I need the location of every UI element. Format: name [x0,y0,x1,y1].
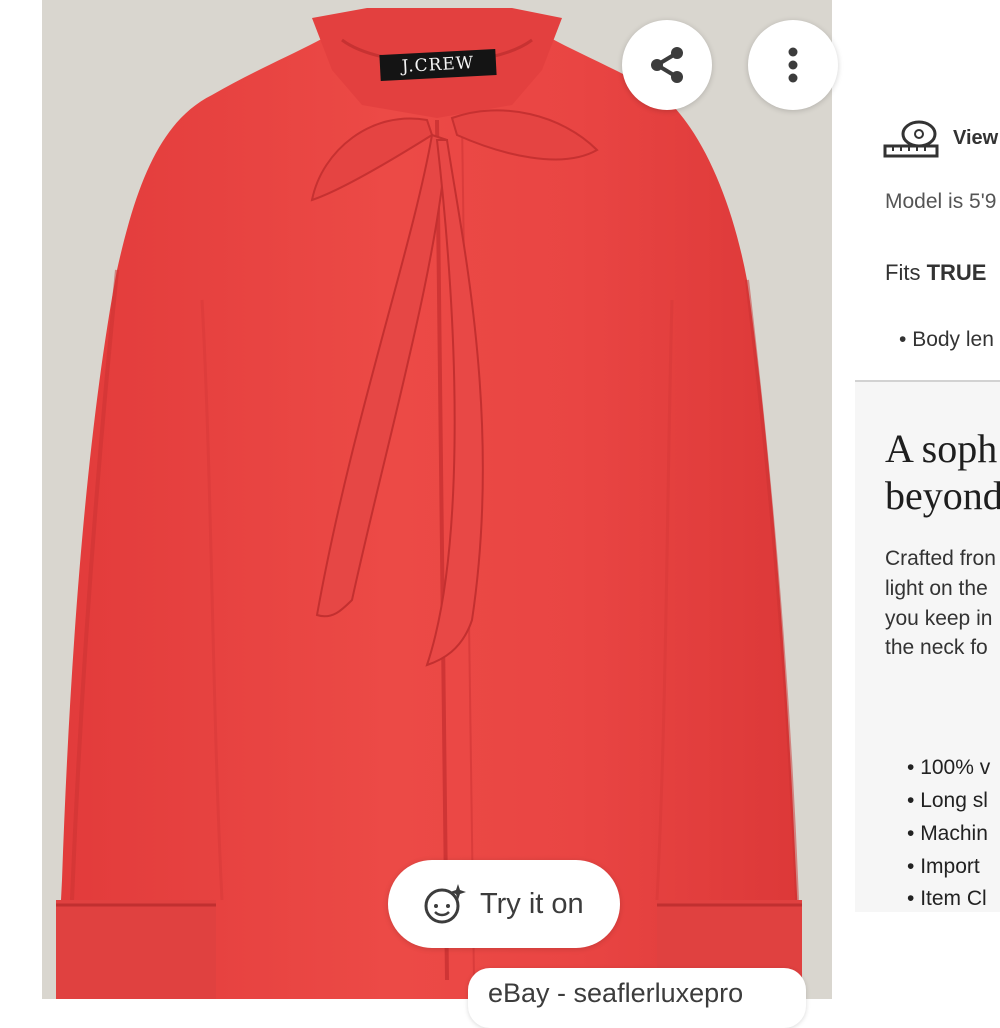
headline-line-1: A soph [885,426,998,471]
product-image-card[interactable]: J.CREW [42,0,832,999]
description-line: Crafted fron [885,547,996,570]
try-it-on-button[interactable]: Try it on [388,860,620,948]
body-length-bullet: • Body len [899,328,994,351]
share-icon [651,47,683,83]
feature-bullet: • Machin [907,822,988,845]
fit-prefix: Fits [885,260,927,285]
body-length-text: Body len [912,328,994,351]
feature-text: 100% v [920,756,991,779]
description-line: the neck fo [885,636,988,659]
feature-text: Long sl [920,789,988,812]
feature-bullet: • Item Cl [907,887,987,910]
try-it-on-label: Try it on [480,887,584,920]
more-options-button[interactable] [748,20,838,110]
model-info: Model is 5'9 [885,190,997,213]
divider [855,380,1000,382]
feature-text: Machin [920,822,988,845]
source-label: eBay - seaflerluxepro [488,978,744,1008]
description-line: you keep in [885,607,993,630]
face-sparkle-icon [424,884,466,924]
fit-info: Fits TRUE [885,260,986,286]
more-vert-icon [788,47,798,83]
measuring-tape-icon [883,120,939,158]
share-button[interactable] [622,20,712,110]
feature-text: Item Cl [920,887,987,910]
fit-emphasis: TRUE [926,260,987,285]
feature-bullet: • 100% v [907,756,991,779]
feature-bullet: • Import [907,855,980,878]
next-result-card[interactable]: View Model is 5'9 Fits TRUE • Body len A… [855,0,1000,912]
headline-line-2: beyond [885,473,1000,518]
feature-bullet: • Long sl [907,789,988,812]
source-link[interactable]: eBay - seaflerluxepro [468,968,806,1028]
description-line: light on the [885,577,988,600]
feature-text: Import [920,855,980,878]
size-guide-link[interactable]: View [953,127,998,150]
product-photo [42,0,832,999]
